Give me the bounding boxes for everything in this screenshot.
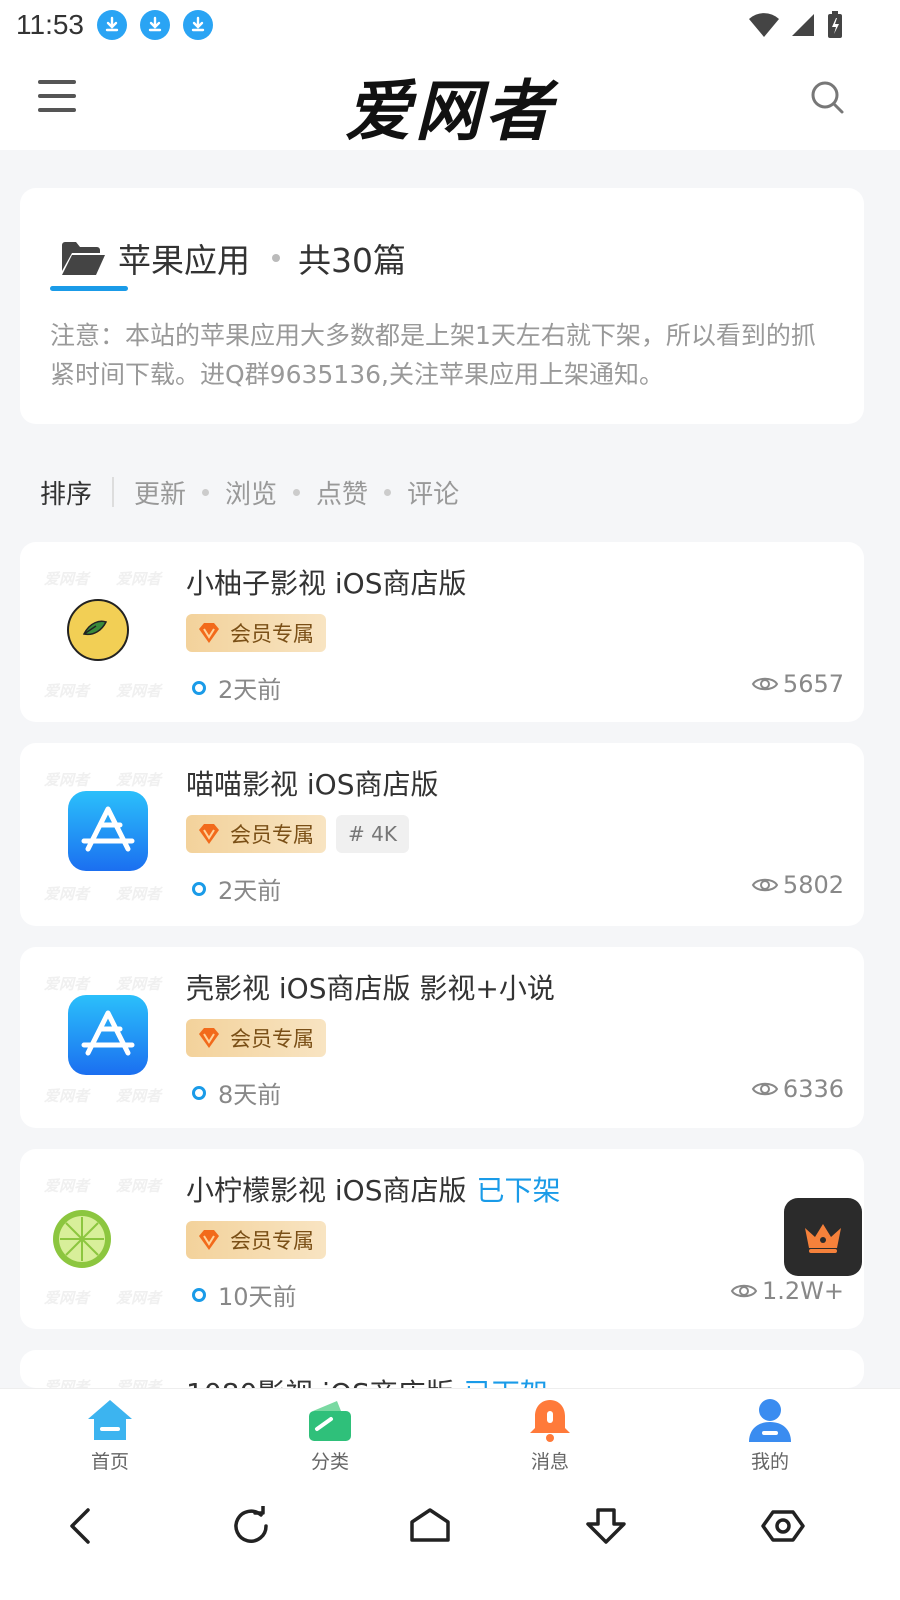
time-dot-icon [192,1085,206,1100]
diamond-icon [199,623,219,643]
refresh-icon[interactable] [230,1506,272,1546]
post-time: 2天前 [192,670,281,705]
post-views: 5802 [751,871,844,899]
post-thumbnail[interactable]: 爱网者 爱网者 爱网者 爱网者 [44,969,170,1105]
post-card[interactable]: 爱网者 爱网者 爱网者 爱网者 小柚子影视 iOS商店版 会员专属 2天前 56… [20,542,864,722]
app-store-icon [68,791,148,871]
sort-option-update[interactable]: 更新 [134,474,186,511]
bottom-nav: 首页 分类 消息 我的 [0,1388,900,1484]
battery-icon [828,11,842,38]
diamond-icon [199,1230,219,1250]
eye-icon [751,878,779,892]
time-dot-icon [192,881,206,896]
lime-icon [53,1210,111,1268]
home-icon [88,1400,132,1440]
app-header: 爱网者 [0,50,900,150]
status-delisted: 已下架 [476,1174,561,1207]
post-title[interactable]: 小柚子影视 iOS商店版 [186,562,467,602]
view-icon[interactable] [760,1506,806,1546]
post-tags: 会员专属 [186,1019,326,1057]
post-views: 6336 [751,1075,844,1103]
status-time: 11:53 [16,9,84,40]
signal-icon [792,14,814,36]
status-indicators [748,10,844,40]
download-notification-icon [183,10,213,40]
nav-item-messages[interactable]: 消息 [440,1389,660,1484]
eye-icon [751,677,779,691]
post-card[interactable]: 爱网者 爱网者 爱网者 爱网者 壳影视 iOS商店版 影视+小说 会员专属 8天… [20,947,864,1128]
download-notification-icon [97,10,127,40]
nav-item-profile[interactable]: 我的 [660,1389,880,1484]
category-underline [50,286,128,291]
crown-icon [805,1224,841,1253]
eye-icon [751,1082,779,1096]
separator-dot [293,488,301,496]
separator-dot [202,488,210,496]
category-heading: 苹果应用 共30篇 [60,234,406,282]
sort-option-likes[interactable]: 点赞 [316,474,368,511]
separator-dot [272,254,280,262]
sort-divider [112,477,115,507]
post-thumbnail[interactable]: 爱网者 爱网者 爱网者 爱网者 [44,564,170,700]
vip-badge: 会员专属 [186,1221,326,1259]
time-dot-icon [192,680,206,695]
post-title[interactable]: 喵喵影视 iOS商店版 [186,763,439,803]
post-tags: 会员专属 [186,1221,326,1259]
post-tags: 会员专属 # 4K [186,815,409,853]
vip-crown-button[interactable] [784,1198,862,1276]
post-time: 8天前 [192,1075,281,1110]
category-title: 苹果应用 [118,241,250,280]
wallet-icon [309,1401,351,1441]
post-title[interactable]: 1080影视 iOS商店版已下架 [186,1372,548,1388]
post-card[interactable]: 爱网者 爱网者 爱网者 爱网者 小柠檬影视 iOS商店版 已下架 会员专属 10天… [20,1149,864,1329]
category-notice: 注意：本站的苹果应用大多数都是上架1天左右就下架，所以看到的抓紧时间下载。进Q群… [50,321,816,389]
vip-badge: 会员专属 [186,815,326,853]
post-thumbnail[interactable]: 爱网者 爱网者 爱网者 爱网者 [44,1171,170,1307]
post-thumbnail[interactable]: 爱网者 爱网者 [44,1372,170,1388]
nav-item-home[interactable]: 首页 [0,1389,220,1484]
post-views: 1.2W+ [730,1277,844,1305]
diamond-icon [199,824,219,844]
vip-badge: 会员专属 [186,614,326,652]
post-card[interactable]: 爱网者 爱网者 爱网者 爱网者 喵喵影视 iOS商店版 会员专属 # 4K 2天… [20,743,864,926]
eye-icon [730,1284,758,1298]
post-title[interactable]: 小柠檬影视 iOS商店版 已下架 [186,1169,561,1209]
post-thumbnail[interactable]: 爱网者 爱网者 爱网者 爱网者 [44,765,170,903]
system-nav-bar [0,1484,900,1600]
post-title[interactable]: 壳影视 iOS商店版 影视+小说 [186,967,555,1007]
diamond-icon [199,1028,219,1048]
sort-option-comments[interactable]: 评论 [407,474,459,511]
nav-item-category[interactable]: 分类 [220,1389,440,1484]
sort-label: 排序 [40,479,93,510]
post-time: 10天前 [192,1277,297,1312]
wifi-icon [749,13,779,37]
status-bar: 11:53 [0,0,900,50]
download-notification-icon [140,10,170,40]
post-card[interactable]: 爱网者 爱网者 1080影视 iOS商店版已下架 [20,1350,864,1388]
status-delisted: 已下架 [464,1377,548,1388]
folder-open-icon [62,242,105,275]
sort-bar: 排序 更新 浏览 点赞 评论 [40,470,459,514]
post-time: 2天前 [192,871,281,906]
time-dot-icon [192,1287,206,1302]
app-store-icon [68,995,148,1075]
pomelo-icon [67,599,129,661]
vip-badge: 会员专属 [186,1019,326,1057]
sort-option-views[interactable]: 浏览 [225,474,277,511]
user-icon [749,1399,791,1442]
topic-tag[interactable]: # 4K [336,815,409,853]
site-logo[interactable]: 爱网者 [0,58,900,154]
bell-icon [530,1400,570,1442]
post-tags: 会员专属 [186,614,326,652]
post-views: 5657 [751,670,844,698]
download-arrow-icon[interactable] [584,1506,628,1546]
back-icon[interactable] [64,1506,98,1546]
separator-dot [384,488,392,496]
category-info-card: 苹果应用 共30篇 注意：本站的苹果应用大多数都是上架1天左右就下架，所以看到的… [20,188,864,424]
category-post-count: 共30篇 [298,241,406,280]
search-icon[interactable] [810,80,846,116]
home-button-icon[interactable] [408,1506,452,1546]
